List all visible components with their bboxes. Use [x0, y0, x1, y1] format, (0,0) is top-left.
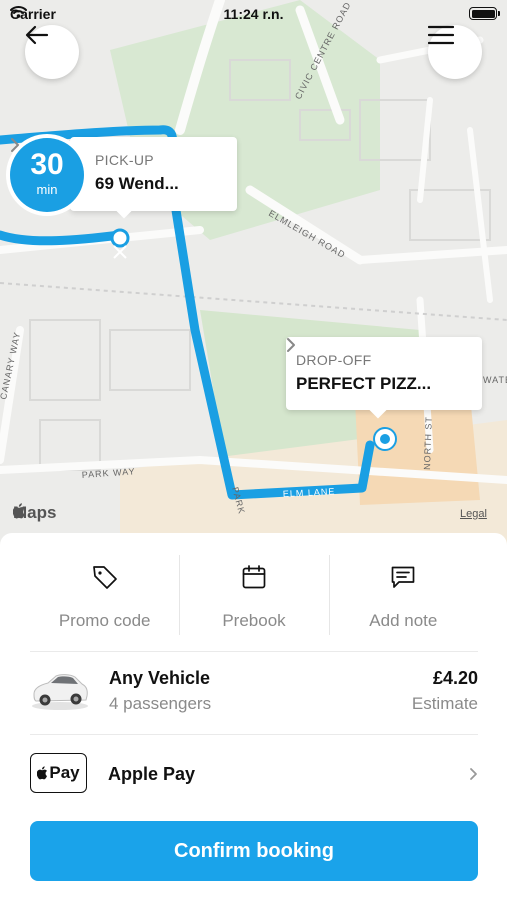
pickup-label: PICK-UP	[95, 152, 154, 168]
pay-badge-text: Pay	[49, 763, 80, 782]
prebook-label: Prebook	[222, 611, 286, 630]
eta-value: 30	[30, 148, 64, 181]
vehicle-name: Any Vehicle	[109, 668, 211, 688]
message-icon	[391, 566, 415, 588]
pickup-pin	[110, 228, 130, 259]
chevron-right-icon	[287, 338, 295, 352]
car-image	[32, 674, 88, 710]
pickup-address: 69 Wend...	[95, 174, 179, 193]
fare-estimate-label: Estimate	[411, 694, 478, 713]
maps-attribution: Maps	[13, 503, 56, 523]
vehicle-option[interactable]: Any Vehicle 4 passengers £4.20 Estimate	[30, 651, 478, 735]
chevron-right-icon	[11, 138, 19, 152]
fare-price: £4.20	[432, 668, 478, 688]
action-bar: Promo code Prebook Add note	[30, 551, 478, 641]
vehicle-capacity: 4 passengers	[109, 694, 212, 713]
legal-link[interactable]: Legal	[460, 508, 487, 520]
street-label: ELMLEIGH ROAD	[267, 208, 347, 260]
eta-badge: 30 min	[10, 138, 84, 212]
street-label: NORTH ST	[422, 416, 434, 470]
status-bar: Carrier 11:24 r.n.	[0, 0, 507, 28]
dropoff-pin	[373, 427, 397, 451]
street-label: WATE	[483, 375, 507, 385]
dropoff-address: PERFECT PIZZ...	[296, 374, 432, 393]
map-view[interactable]: CIVIC CENTRE ROAD ELMLEIGH ROAD PARK WAY…	[0, 0, 507, 545]
arrow-left-icon	[25, 25, 49, 45]
apple-logo-icon	[13, 503, 25, 519]
add-note-button[interactable]: Add note	[328, 551, 478, 641]
calendar-icon	[242, 565, 266, 589]
payment-method-row[interactable]: Pay Apple Pay	[30, 735, 478, 815]
tag-icon	[92, 566, 117, 589]
payment-method-name: Apple Pay	[108, 764, 196, 784]
dropoff-callout[interactable]: DROP-OFF PERFECT PIZZ...	[286, 337, 482, 419]
dropoff-label: DROP-OFF	[296, 352, 372, 368]
hamburger-icon	[428, 25, 454, 45]
menu-button[interactable]	[428, 25, 482, 79]
dropoff-text: DROP-OFF PERFECT PIZZ...	[296, 352, 431, 394]
promo-code-button[interactable]: Promo code	[30, 551, 179, 641]
battery-icon	[469, 7, 500, 20]
back-button[interactable]	[25, 25, 79, 79]
eta-unit: min	[36, 182, 58, 197]
confirm-booking-button[interactable]: Confirm booking	[30, 821, 478, 881]
clock: 11:24 r.n.	[223, 6, 284, 22]
pickup-callout[interactable]: 30 min PICK-UP 69 Wend...	[10, 137, 237, 219]
pickup-text: PICK-UP 69 Wend...	[95, 152, 179, 194]
booking-sheet: Promo code Prebook Add note Any Vehicle …	[0, 533, 507, 900]
promo-code-label: Promo code	[58, 611, 151, 630]
apple-logo-icon	[37, 766, 48, 780]
apple-pay-badge: Pay	[30, 753, 87, 793]
chevron-right-icon	[470, 768, 477, 780]
add-note-label: Add note	[369, 611, 438, 630]
prebook-button[interactable]: Prebook	[179, 551, 328, 641]
map-canvas: CIVIC CENTRE ROAD ELMLEIGH ROAD PARK WAY…	[0, 0, 507, 545]
